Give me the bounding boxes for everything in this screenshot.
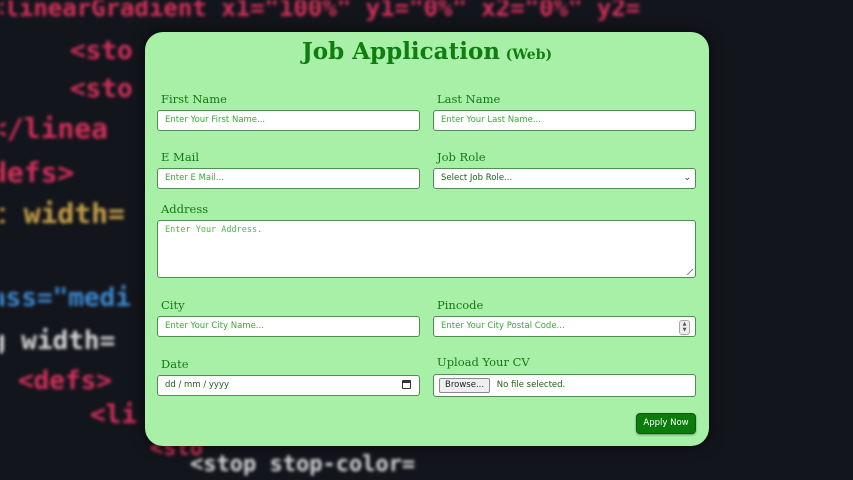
address-placeholder: Enter Your Address. bbox=[165, 225, 263, 235]
cv-file-status: No file selected. bbox=[496, 380, 566, 390]
bg-code-line: ass="medi bbox=[0, 283, 131, 313]
date-placeholder: dd / mm / yyyy bbox=[165, 380, 230, 390]
number-spinner-icon[interactable]: ▲ ▼ bbox=[679, 320, 690, 335]
resize-handle-icon[interactable] bbox=[687, 269, 693, 275]
bg-code-line: <li bbox=[90, 400, 137, 430]
pincode-label: Pincode bbox=[437, 298, 484, 312]
bg-code-line: <linearGradient x1="100%" y1="0%" x2="0%… bbox=[0, 0, 641, 22]
bg-code-line: <sto bbox=[70, 36, 133, 66]
bg-code-line: t width= bbox=[0, 197, 125, 230]
cv-file-input[interactable]: Browse... No file selected. bbox=[433, 374, 696, 397]
date-label: Date bbox=[161, 357, 189, 371]
pincode-placeholder: Enter Your City Postal Code... bbox=[441, 321, 565, 331]
last-name-input[interactable]: Enter Your Last Name... bbox=[433, 110, 696, 131]
city-label: City bbox=[161, 298, 185, 312]
cv-label: Upload Your CV bbox=[437, 355, 530, 369]
form-title-suffix: (Web) bbox=[505, 47, 553, 63]
address-textarea[interactable]: Enter Your Address. bbox=[157, 220, 696, 278]
browse-button[interactable]: Browse... bbox=[439, 378, 491, 393]
first-name-input[interactable]: Enter Your First Name... bbox=[157, 110, 420, 131]
job-role-label: Job Role bbox=[437, 150, 486, 164]
bg-code-line: defs> bbox=[0, 156, 75, 189]
calendar-icon[interactable] bbox=[402, 380, 411, 389]
job-application-form: Job Application (Web) First Name Enter Y… bbox=[145, 32, 709, 446]
bg-code-line: <sto bbox=[70, 74, 133, 104]
pincode-input[interactable]: Enter Your City Postal Code... ▲ ▼ bbox=[433, 316, 696, 337]
form-title-text: Job Application bbox=[301, 38, 501, 65]
first-name-label: First Name bbox=[161, 92, 227, 106]
form-title: Job Application (Web) bbox=[145, 38, 709, 65]
apply-now-button[interactable]: Apply Now bbox=[636, 413, 696, 434]
job-role-select[interactable]: Select Job Role... ⌄ bbox=[433, 168, 696, 189]
chevron-down-icon: ⌄ bbox=[683, 173, 691, 183]
bg-code-line: g width= bbox=[0, 326, 116, 356]
email-label: E Mail bbox=[161, 150, 200, 164]
bg-code-line: <defs> bbox=[18, 366, 112, 396]
job-role-selected: Select Job Role... bbox=[441, 173, 513, 183]
address-label: Address bbox=[161, 202, 209, 216]
city-input[interactable]: Enter Your City Name... bbox=[157, 316, 420, 337]
bg-code-line: <stop stop-color= bbox=[190, 452, 416, 477]
email-input[interactable]: Enter E Mail... bbox=[157, 168, 420, 189]
last-name-label: Last Name bbox=[437, 92, 501, 106]
bg-code-line: </linea bbox=[0, 112, 109, 145]
date-input[interactable]: dd / mm / yyyy bbox=[157, 375, 420, 396]
